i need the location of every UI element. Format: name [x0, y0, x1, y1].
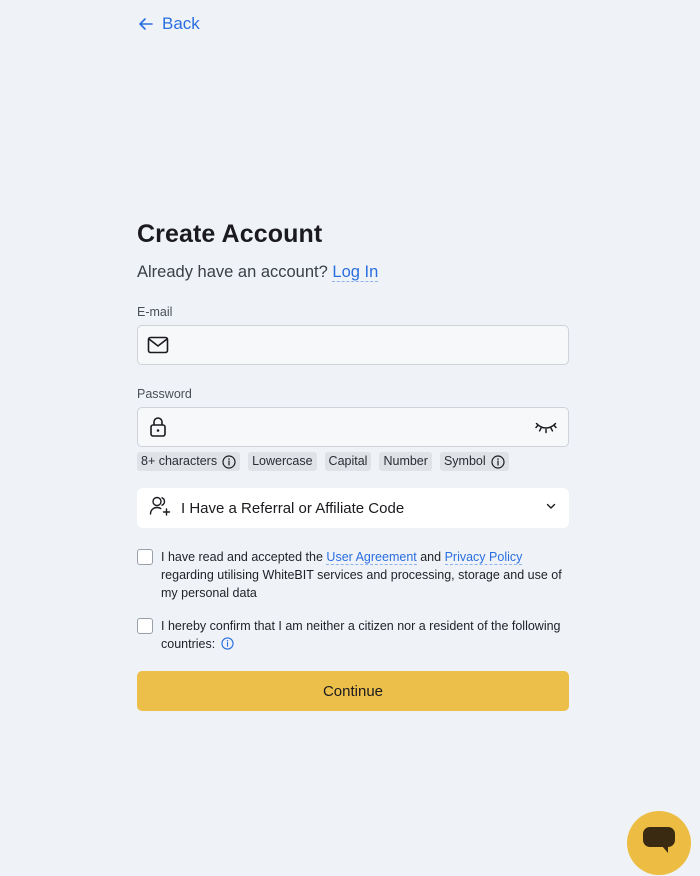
chevron-down-icon	[545, 499, 557, 517]
agreement-text: I have read and accepted the User Agreem…	[161, 548, 569, 602]
requirement-label: Symbol	[443, 454, 486, 468]
requirement-lowercase: Lowercase	[248, 452, 317, 471]
info-icon[interactable]	[222, 454, 236, 469]
residency-checkbox[interactable]	[137, 618, 153, 634]
agreement-text-part: regarding utilising WhiteBIT services an…	[161, 568, 562, 600]
requirement-label: 8+ characters	[141, 454, 218, 468]
password-field-container	[137, 407, 569, 447]
arrow-left-icon	[139, 18, 153, 30]
requirement-symbol: Symbol	[439, 452, 509, 471]
residency-text: I hereby confirm that I am neither a cit…	[161, 617, 569, 653]
page-title: Create Account	[137, 220, 323, 248]
requirement-capital: Capital	[324, 452, 372, 471]
requirement-length: 8+ characters	[137, 452, 241, 471]
privacy-policy-link[interactable]: Privacy Policy	[444, 550, 523, 565]
login-link[interactable]: Log In	[332, 263, 379, 282]
agreement-text-part: and	[420, 550, 442, 564]
residency-row: I hereby confirm that I am neither a cit…	[137, 617, 569, 653]
password-requirements: 8+ characters Lowercase Capital Number S…	[137, 452, 569, 472]
chat-bubble-icon	[642, 826, 676, 861]
info-icon[interactable]	[491, 454, 505, 469]
agreement-checkbox[interactable]	[137, 549, 153, 565]
chat-button[interactable]	[627, 811, 691, 875]
back-link[interactable]: Back	[138, 14, 200, 34]
add-user-icon	[149, 495, 171, 522]
info-icon[interactable]	[221, 637, 234, 650]
email-label: E-mail	[137, 305, 173, 319]
referral-code-label: I Have a Referral or Affiliate Code	[181, 499, 405, 517]
back-label: Back	[162, 14, 200, 33]
agreement-row: I have read and accepted the User Agreem…	[137, 548, 569, 602]
email-field-container	[137, 325, 569, 365]
password-label: Password	[137, 387, 192, 401]
lock-icon	[138, 416, 178, 438]
email-input[interactable]	[178, 326, 568, 364]
continue-button[interactable]: Continue	[137, 671, 569, 711]
login-prompt: Already have an account? Log In	[137, 262, 569, 282]
requirement-label: Lowercase	[252, 454, 313, 468]
requirement-number: Number	[379, 452, 432, 471]
password-input[interactable]	[178, 408, 524, 446]
create-account-form: Create Account Already have an account? …	[137, 218, 569, 711]
login-prompt-text: Already have an account?	[137, 263, 328, 281]
requirement-label: Capital	[328, 454, 368, 468]
agreement-text-part: I have read and accepted the	[161, 550, 323, 564]
requirement-label: Number	[383, 454, 428, 468]
mail-icon	[138, 336, 178, 354]
referral-code-toggle[interactable]: I Have a Referral or Affiliate Code	[137, 488, 569, 528]
user-agreement-link[interactable]: User Agreement	[326, 550, 417, 565]
eye-closed-icon[interactable]	[524, 420, 568, 434]
